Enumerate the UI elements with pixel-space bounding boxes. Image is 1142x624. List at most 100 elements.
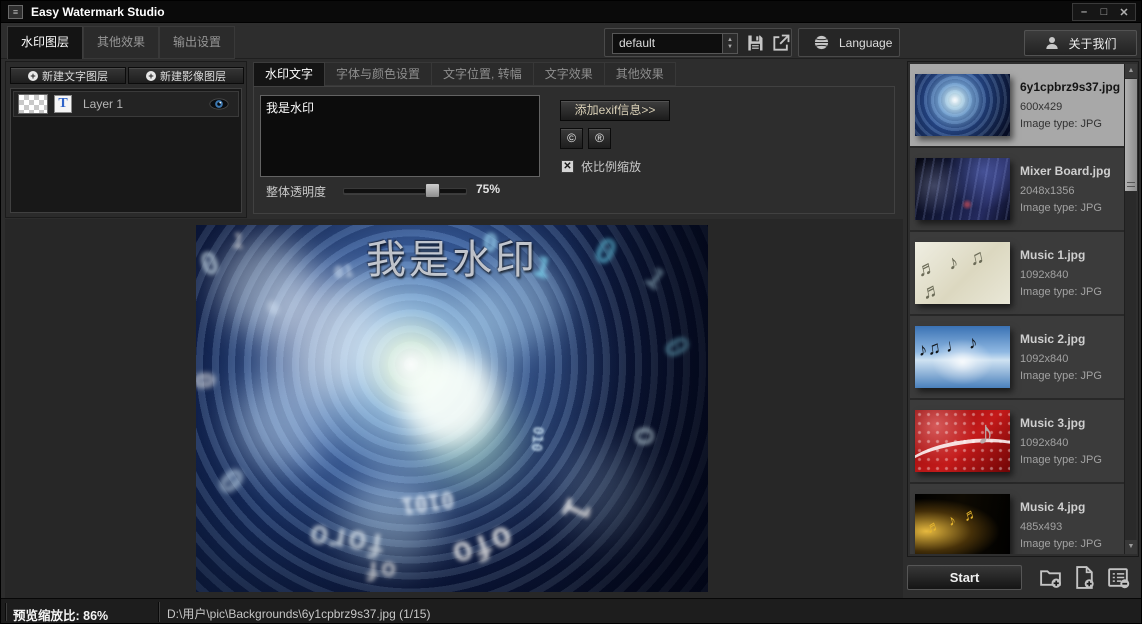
circle-plus-icon: +: [28, 71, 38, 81]
opacity-label: 整体透明度: [266, 183, 326, 200]
current-file-path: D:\用户\pic\Backgrounds\6y1cpbrz9s37.jpg (…: [167, 605, 430, 622]
image-info: Music 1.jpg 1092x840 Image type: JPG: [1020, 248, 1102, 298]
tab-text-effects[interactable]: 文字效果: [534, 62, 605, 86]
language-label: Language: [839, 36, 892, 50]
image-thumbnail: [915, 326, 1010, 388]
save-preset-button[interactable]: [743, 31, 767, 55]
new-image-layer-button[interactable]: + 新建影像图层: [128, 67, 244, 84]
maximize-button[interactable]: □: [1098, 6, 1110, 18]
image-type: Image type: JPG: [1020, 202, 1111, 214]
layer-row[interactable]: T Layer 1: [13, 91, 239, 117]
scroll-up-icon[interactable]: ▲: [1125, 64, 1137, 78]
window-title: Easy Watermark Studio: [31, 5, 165, 19]
image-list-item[interactable]: Music 3.jpg 1092x840 Image type: JPG: [910, 400, 1124, 484]
new-image-layer-label: 新建影像图层: [160, 68, 226, 84]
minimize-button[interactable]: –: [1078, 6, 1090, 18]
new-text-layer-button[interactable]: + 新建文字图层: [10, 67, 126, 84]
image-list-panel: 6y1cpbrz9s37.jpg 600x429 Image type: JPG…: [907, 61, 1139, 557]
scrollbar-grip: [1127, 182, 1135, 187]
tab-text-position-rotation[interactable]: 文字位置, 转幅: [432, 62, 534, 86]
image-filename: Music 3.jpg: [1020, 416, 1102, 430]
image-thumbnail: [915, 74, 1010, 136]
image-type: Image type: JPG: [1020, 118, 1120, 130]
image-list: 6y1cpbrz9s37.jpg 600x429 Image type: JPG…: [910, 64, 1124, 554]
preview-image[interactable]: 010101010o1ofoforo000101010of0 我是水印: [196, 225, 708, 592]
preview-canvas-area: 010101010o1ofoforo000101010of0 我是水印: [5, 219, 903, 598]
statusbar-grip: [5, 603, 7, 621]
add-folder-button[interactable]: [1037, 564, 1064, 591]
tab-output-settings[interactable]: 输出设置: [159, 26, 235, 59]
image-type: Image type: JPG: [1020, 370, 1102, 382]
preview-zoom-status: 预览缩放比: 86%: [13, 605, 108, 624]
text-layer-T-badge: T: [54, 95, 72, 113]
image-filename: Mixer Board.jpg: [1020, 164, 1111, 178]
image-dimensions: 600x429: [1020, 101, 1120, 113]
scale-proportionally-checkbox[interactable]: ✕: [561, 160, 574, 173]
image-dimensions: 485x493: [1020, 521, 1102, 533]
image-info: Music 2.jpg 1092x840 Image type: JPG: [1020, 332, 1102, 382]
tab-watermark-layers[interactable]: 水印图层: [7, 26, 83, 59]
image-list-item[interactable]: Music 4.jpg 485x493 Image type: JPG: [910, 484, 1124, 554]
opacity-slider-handle[interactable]: [425, 183, 440, 198]
add-folder-icon: [1038, 565, 1063, 590]
circle-plus-icon: +: [146, 71, 156, 81]
copyright-symbol-button[interactable]: ©: [560, 128, 583, 149]
image-info: 6y1cpbrz9s37.jpg 600x429 Image type: JPG: [1020, 80, 1120, 130]
preset-value: default: [619, 36, 655, 50]
layers-panel: + 新建文字图层 + 新建影像图层 T Layer 1: [5, 61, 247, 218]
window-controls: – □ ✕: [1072, 3, 1136, 21]
transparency-checker: [18, 94, 48, 114]
save-floppy-icon: [745, 33, 765, 53]
remove-from-list-button[interactable]: [1105, 564, 1132, 591]
watermark-text-input[interactable]: 我是水印: [260, 95, 540, 177]
preset-dropdown[interactable]: default ▲▼: [612, 33, 738, 54]
scale-proportionally-label: 依比例缩放: [581, 158, 641, 175]
add-exif-button[interactable]: 添加exif信息>>: [560, 100, 670, 121]
app-icon: ≡: [8, 5, 23, 19]
eye-visibility-icon: [209, 98, 229, 110]
image-filename: 6y1cpbrz9s37.jpg: [1020, 80, 1120, 94]
image-list-item[interactable]: Music 1.jpg 1092x840 Image type: JPG: [910, 232, 1124, 316]
remove-list-icon: [1106, 565, 1131, 590]
opacity-slider-track[interactable]: [343, 188, 467, 194]
image-filename: Music 2.jpg: [1020, 332, 1102, 346]
image-info: Music 3.jpg 1092x840 Image type: JPG: [1020, 416, 1102, 466]
image-info: Music 4.jpg 485x493 Image type: JPG: [1020, 500, 1102, 550]
image-list-item[interactable]: Mixer Board.jpg 2048x1356 Image type: JP…: [910, 148, 1124, 232]
watermark-tabs: 水印文字 字体与颜色设置 文字位置, 转幅 文字效果 其他效果: [253, 62, 676, 86]
statusbar-divider: [158, 602, 160, 622]
image-thumbnail: [915, 242, 1010, 304]
globe-icon: [813, 34, 830, 51]
export-preset-button[interactable]: [769, 31, 793, 55]
registered-symbol-button[interactable]: ®: [588, 128, 611, 149]
image-dimensions: 1092x840: [1020, 269, 1102, 281]
start-button[interactable]: Start: [907, 565, 1022, 590]
status-bar: 预览缩放比: 86% D:\用户\pic\Backgrounds\6y1cpbr…: [1, 598, 1141, 624]
scrollbar-thumb[interactable]: [1125, 79, 1137, 191]
image-list-item[interactable]: Music 2.jpg 1092x840 Image type: JPG: [910, 316, 1124, 400]
tab-other-effects-sub[interactable]: 其他效果: [605, 62, 676, 86]
preset-spinner[interactable]: ▲▼: [722, 34, 737, 53]
layer-visibility-toggle[interactable]: [209, 98, 229, 110]
about-us-button[interactable]: 关于我们: [1024, 30, 1137, 56]
image-filename: Music 1.jpg: [1020, 248, 1102, 262]
image-list-item[interactable]: 6y1cpbrz9s37.jpg 600x429 Image type: JPG: [910, 64, 1124, 148]
add-file-button[interactable]: [1071, 564, 1098, 591]
image-type: Image type: JPG: [1020, 286, 1102, 298]
image-dimensions: 1092x840: [1020, 353, 1102, 365]
about-us-label: 关于我们: [1068, 35, 1116, 52]
tab-watermark-text[interactable]: 水印文字: [253, 62, 325, 86]
tab-other-effects[interactable]: 其他效果: [83, 26, 159, 59]
close-button[interactable]: ✕: [1118, 6, 1130, 19]
titlebar: ≡ Easy Watermark Studio – □ ✕: [1, 1, 1141, 23]
language-button[interactable]: Language: [798, 28, 900, 57]
export-share-icon: [771, 33, 791, 53]
tab-font-color-settings[interactable]: 字体与颜色设置: [325, 62, 432, 86]
image-info: Mixer Board.jpg 2048x1356 Image type: JP…: [1020, 164, 1111, 214]
layer-list: T Layer 1: [10, 88, 242, 213]
scroll-down-icon[interactable]: ▼: [1125, 540, 1137, 554]
image-list-scrollbar[interactable]: ▲ ▼: [1124, 64, 1136, 554]
image-filename: Music 4.jpg: [1020, 500, 1102, 514]
watermark-overlay-text: 我是水印: [196, 227, 708, 285]
image-thumbnail: [915, 494, 1010, 554]
